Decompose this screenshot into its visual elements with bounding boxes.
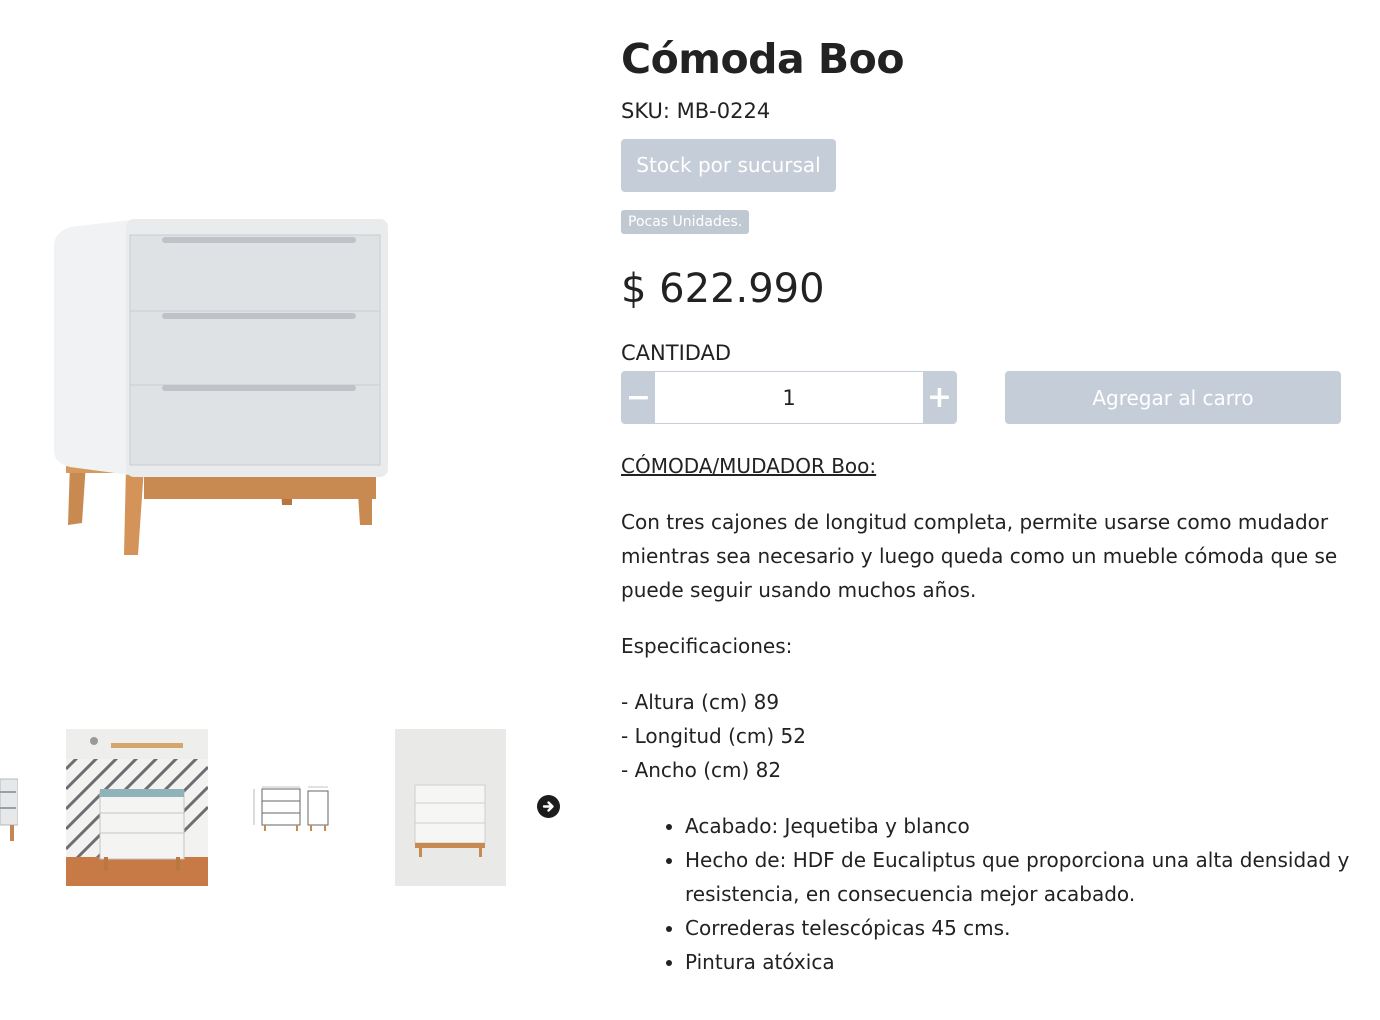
feature-list: Acabado: Jequetiba y blanco Hecho de: HD…: [621, 809, 1351, 979]
quantity-label: CANTIDAD: [621, 341, 732, 365]
decrease-quantity-button[interactable]: −: [622, 372, 655, 423]
quantity-input[interactable]: [655, 372, 923, 423]
feature-item: Hecho de: HDF de Eucaliptus que proporci…: [685, 843, 1351, 911]
spec-line: - Ancho (cm) 82: [621, 758, 782, 782]
description-heading: CÓMODA/MUDADOR Boo:: [621, 454, 877, 478]
thumbnail-room-scene[interactable]: [66, 729, 208, 886]
arrow-right-circle-icon[interactable]: [537, 795, 560, 818]
product-title: Cómoda Boo: [621, 35, 905, 83]
stock-badge: Pocas Unidades.: [621, 210, 750, 234]
specs-title: Especificaciones:: [621, 634, 793, 658]
spec-line: - Longitud (cm) 52: [621, 724, 806, 748]
description-paragraph: Con tres cajones de longitud completa, p…: [621, 510, 1338, 602]
feature-item: Correderas telescópicas 45 cms.: [685, 911, 1351, 945]
quantity-stepper: − +: [621, 371, 957, 424]
increase-quantity-button[interactable]: +: [923, 372, 956, 423]
add-to-cart-button[interactable]: Agregar al carro: [1005, 371, 1341, 424]
product-sku: SKU: MB-0224: [621, 99, 771, 123]
product-price: $ 622.990: [621, 266, 825, 312]
main-product-image[interactable]: [40, 205, 400, 565]
thumbnail-dimensions-drawing[interactable]: [238, 729, 348, 886]
feature-item: Pintura atóxica: [685, 945, 1351, 979]
spec-line: - Altura (cm) 89: [621, 690, 780, 714]
thumbnail-partial[interactable]: [0, 729, 18, 886]
thumbnail-product-photo[interactable]: [395, 729, 506, 886]
feature-item: Acabado: Jequetiba y blanco: [685, 809, 1351, 843]
product-description: CÓMODA/MUDADOR Boo: Con tres cajones de …: [621, 449, 1351, 979]
thumbnail-strip: [0, 729, 580, 886]
stock-by-branch-button[interactable]: Stock por sucursal: [621, 139, 836, 192]
spec-lines: - Altura (cm) 89 - Longitud (cm) 52 - An…: [621, 685, 1351, 787]
quantity-row: − + Agregar al carro: [621, 371, 1351, 424]
product-info: Cómoda Boo SKU: MB-0224 Stock por sucurs…: [621, 30, 1351, 979]
